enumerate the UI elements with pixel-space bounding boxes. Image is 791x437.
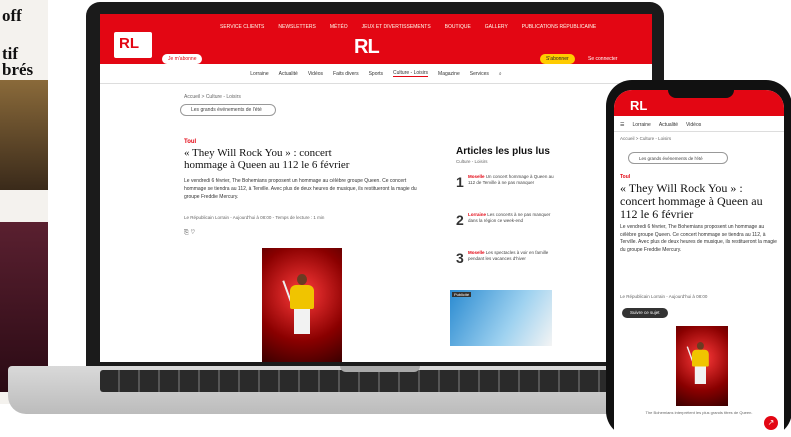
newspaper-headline: off	[2, 6, 22, 25]
most-read-text: Moselle Les spectacles à voir en famille…	[468, 250, 549, 261]
top-link[interactable]: BOUTIQUE	[445, 24, 471, 30]
share-icon[interactable]: ↗	[764, 416, 778, 430]
search-icon[interactable]: ⌕	[499, 71, 502, 77]
nav-item[interactable]: Faits divers	[333, 71, 359, 77]
most-read-item[interactable]: 1 Moselle Un concert hommage à Queen au …	[456, 174, 566, 208]
top-link[interactable]: JEUX ET DIVERTISSEMENTS	[362, 24, 431, 30]
most-read-item[interactable]: 3 Moselle Les spectacles à voir en famil…	[456, 250, 566, 284]
nav-item[interactable]: Services	[470, 71, 489, 77]
phone-nav: ☰ Lorraine Actualité Vidéos	[614, 118, 784, 132]
most-read-text: Lorraine Les concerts à ne pas manquer d…	[468, 212, 551, 223]
phone-article-category[interactable]: Toul	[620, 174, 630, 180]
article-title: « They Will Rock You » : concert hommage…	[184, 147, 350, 171]
top-link[interactable]: GALLERY	[485, 24, 508, 30]
site-header: SERVICE CLIENTS NEWSLETTERS MÉTÉO JEUX E…	[100, 14, 652, 64]
most-read-item[interactable]: 2 Lorraine Les concerts à ne pas manquer…	[456, 212, 566, 246]
subscribe-button-left[interactable]: Je m'abonne	[162, 54, 203, 64]
menu-icon[interactable]: ☰	[620, 122, 624, 128]
subscribe-button[interactable]: S'abonner	[540, 54, 575, 64]
phone-screen: RL ☰ Lorraine Actualité Vidéos Accueil >…	[614, 90, 784, 437]
phone-article-lead: Le vendredi 6 février, The Bohemians pro…	[620, 224, 777, 253]
site-logo[interactable]: RL	[354, 36, 380, 59]
most-read-text: Moselle Un concert hommage à Queen au 11…	[468, 174, 554, 185]
rank-number: 2	[456, 212, 464, 228]
phone-topic-pill[interactable]: Les grands événements de l'été	[628, 152, 728, 164]
share-icons[interactable]: ⎘ ♡	[184, 230, 195, 237]
laptop-notch	[340, 366, 420, 372]
most-read-subtitle: Culture - Loisirs	[456, 159, 488, 164]
nav-item[interactable]: Sports	[369, 71, 383, 77]
nav-item[interactable]: Vidéos	[686, 122, 701, 128]
newspaper-headline: brés	[2, 60, 34, 79]
most-read-title: Articles les plus lus	[456, 146, 550, 157]
rank-number: 1	[456, 174, 464, 190]
nav-item-active[interactable]: Culture - Loisirs	[393, 70, 429, 77]
phone-logo[interactable]: RL	[630, 98, 647, 113]
background-newspaper: off tif brés	[0, 0, 48, 404]
ad-label: Publicité	[452, 292, 472, 297]
phone-notch	[668, 88, 734, 98]
article-category[interactable]: Toul	[184, 139, 196, 145]
follow-topic-button[interactable]: Suivre ce sujet	[622, 308, 668, 318]
performer-figure	[686, 342, 709, 384]
logo-text: RL	[119, 35, 139, 52]
performer-figure	[282, 274, 314, 334]
top-link[interactable]: MÉTÉO	[330, 24, 348, 30]
nav-item[interactable]: Actualité	[279, 71, 298, 77]
top-links: SERVICE CLIENTS NEWSLETTERS MÉTÉO JEUX E…	[220, 24, 596, 30]
nav-item[interactable]: Actualité	[659, 122, 678, 128]
phone-breadcrumb[interactable]: Accueil > Culture - Loisirs	[620, 136, 671, 141]
breadcrumb[interactable]: Accueil > Culture - Loisirs	[184, 94, 241, 100]
topic-search-pill[interactable]: Les grands événements de l'été	[180, 104, 276, 116]
phone-hero-image	[676, 326, 728, 406]
top-link[interactable]: PUBLICATIONS RÉPUBLICAINE	[522, 24, 596, 30]
nav-item[interactable]: Lorraine	[250, 71, 268, 77]
advertisement[interactable]	[450, 290, 552, 346]
nav-item[interactable]: Magazine	[438, 71, 460, 77]
nav-item[interactable]: Vidéos	[308, 71, 323, 77]
login-link[interactable]: Se connecter	[588, 54, 617, 64]
phone-byline: Le Républicain Lorrain - Aujourd'hui à 0…	[620, 294, 708, 299]
top-link[interactable]: NEWSLETTERS	[278, 24, 316, 30]
article-hero-image	[262, 248, 342, 362]
nav-item[interactable]: Lorraine	[632, 122, 650, 128]
article-lead: Le vendredi 6 février, The Bohemians pro…	[184, 178, 417, 200]
site-logo-small[interactable]: RL	[114, 32, 152, 58]
newspaper-photo	[0, 80, 48, 190]
laptop-screen: SERVICE CLIENTS NEWSLETTERS MÉTÉO JEUX E…	[100, 14, 652, 362]
site-nav: Lorraine Actualité Vidéos Faits divers S…	[100, 64, 652, 84]
phone-article-title: « They Will Rock You » : concert hommage…	[620, 181, 763, 221]
laptop-keyboard	[100, 370, 660, 392]
image-caption: The Bohemians interprètent les plus gran…	[645, 410, 753, 415]
top-link[interactable]: SERVICE CLIENTS	[220, 24, 264, 30]
article-byline: Le Républicain Lorrain - Aujourd'hui à 0…	[184, 215, 325, 220]
rank-number: 3	[456, 250, 464, 266]
